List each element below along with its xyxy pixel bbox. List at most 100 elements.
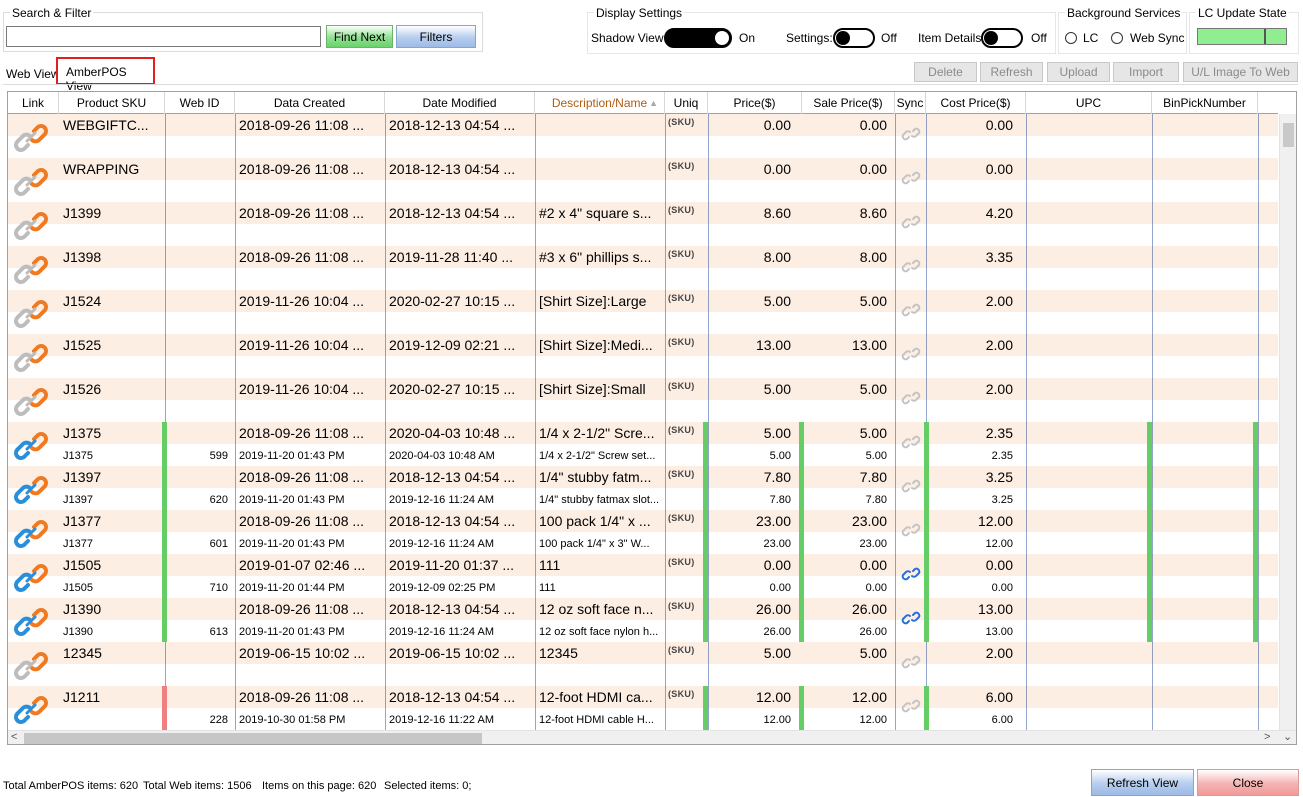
unsynced-link-icon[interactable] bbox=[901, 214, 921, 230]
unsynced-link-icon[interactable] bbox=[901, 302, 921, 318]
col-date-created[interactable]: Data Created bbox=[235, 92, 385, 114]
table-row[interactable]: WRAPPING 2018-09-26 11:08 ... 2018-12-13 0… bbox=[8, 158, 1278, 202]
horizontal-scrollbar[interactable]: < > ⌄ bbox=[8, 730, 1296, 744]
table-row[interactable]: J1505 2019-01-07 02:46 ... 2019-11-20 01:3… bbox=[8, 554, 1278, 598]
unlinked-chain-icon[interactable] bbox=[14, 123, 48, 153]
table-row[interactable]: 12345 2019-06-15 10:02 ... 2019-06-15 10:0… bbox=[8, 642, 1278, 686]
shadow-view-toggle[interactable] bbox=[664, 28, 732, 48]
col-date-modified[interactable]: Date Modified bbox=[385, 92, 535, 114]
col-web-id[interactable]: Web ID bbox=[165, 92, 235, 114]
col-sync[interactable]: Sync bbox=[895, 92, 926, 114]
table-row[interactable]: J1524 2019-11-26 10:04 ... 2020-02-27 10:1… bbox=[8, 290, 1278, 334]
web-cost-price: 13.00 bbox=[985, 626, 1013, 638]
unsynced-link-icon[interactable] bbox=[901, 654, 921, 670]
unlinked-chain-icon[interactable] bbox=[14, 651, 48, 681]
linked-chain-icon[interactable] bbox=[14, 607, 48, 637]
row-bottom-band bbox=[8, 136, 1278, 158]
column-divider bbox=[1152, 290, 1153, 334]
delete-button[interactable]: Delete bbox=[914, 62, 977, 82]
col-price[interactable]: Price($) bbox=[708, 92, 802, 114]
filters-button[interactable]: Filters bbox=[396, 25, 476, 48]
lc-update-divider bbox=[1264, 29, 1266, 44]
linked-chain-icon[interactable] bbox=[14, 519, 48, 549]
product-sku: J1397 bbox=[63, 469, 102, 485]
close-button[interactable]: Close bbox=[1197, 769, 1299, 796]
web-date-created: 2019-10-30 01:58 PM bbox=[239, 714, 346, 726]
column-divider bbox=[535, 642, 536, 686]
column-divider bbox=[165, 334, 166, 378]
cost-price: 3.25 bbox=[985, 469, 1013, 485]
table-row[interactable]: J1377 2018-09-26 11:08 ... 2018-12-13 04:5… bbox=[8, 510, 1278, 554]
table-row[interactable]: J1375 2018-09-26 11:08 ... 2020-04-03 10:4… bbox=[8, 422, 1278, 466]
uniq-sku-badge: (SKU) bbox=[668, 249, 695, 259]
find-next-button[interactable]: Find Next bbox=[326, 25, 393, 48]
unsynced-link-icon[interactable] bbox=[901, 126, 921, 142]
refresh-view-button[interactable]: Refresh View bbox=[1091, 769, 1194, 796]
unlinked-chain-icon[interactable] bbox=[14, 343, 48, 373]
col-sale-price[interactable]: Sale Price($) bbox=[802, 92, 895, 114]
table-row[interactable]: J1397 2018-09-26 11:08 ... 2018-12-13 04:5… bbox=[8, 466, 1278, 510]
column-divider bbox=[385, 290, 386, 334]
table-row[interactable]: J1526 2019-11-26 10:04 ... 2020-02-27 10:1… bbox=[8, 378, 1278, 422]
table-row[interactable]: J1399 2018-09-26 11:08 ... 2018-12-13 04:5… bbox=[8, 202, 1278, 246]
web-cost-price: 0.00 bbox=[991, 582, 1013, 594]
tab-web-view[interactable]: Web View bbox=[6, 66, 60, 82]
unlinked-chain-icon[interactable] bbox=[14, 299, 48, 329]
table-row[interactable]: J1525 2019-11-26 10:04 ... 2019-12-09 02:2… bbox=[8, 334, 1278, 378]
sale-price: 8.60 bbox=[859, 205, 887, 221]
refresh-button[interactable]: Refresh bbox=[980, 62, 1043, 82]
unsynced-link-icon[interactable] bbox=[901, 346, 921, 362]
unsynced-link-icon[interactable] bbox=[901, 522, 921, 538]
col-description[interactable]: Description/Name ▲ bbox=[535, 92, 665, 114]
unsynced-link-icon[interactable] bbox=[901, 258, 921, 274]
search-input[interactable] bbox=[6, 26, 321, 47]
settings-toggle[interactable] bbox=[833, 28, 875, 48]
table-row[interactable]: J1398 2018-09-26 11:08 ... 2019-11-28 11:4… bbox=[8, 246, 1278, 290]
product-sku: J1377 bbox=[63, 513, 102, 529]
synced-link-icon[interactable] bbox=[901, 610, 921, 626]
col-cost-price[interactable]: Cost Price($) bbox=[926, 92, 1026, 114]
product-sku: WEBGIFTC... bbox=[63, 117, 149, 133]
vertical-scrollbar[interactable] bbox=[1279, 114, 1296, 730]
unlinked-chain-icon[interactable] bbox=[14, 167, 48, 197]
vertical-scroll-thumb[interactable] bbox=[1283, 123, 1294, 147]
table-row[interactable]: J1390 2018-09-26 11:08 ... 2018-12-13 04:5… bbox=[8, 598, 1278, 642]
linked-chain-icon[interactable] bbox=[14, 431, 48, 461]
upload-image-button[interactable]: U/L Image To Web bbox=[1183, 62, 1298, 82]
unsynced-link-icon[interactable] bbox=[901, 434, 921, 450]
items-grid[interactable]: Link Product SKU Web ID Data Created Dat… bbox=[7, 91, 1297, 745]
unsynced-link-icon[interactable] bbox=[901, 698, 921, 714]
unsynced-link-icon[interactable] bbox=[901, 390, 921, 406]
tab-amberpos-view[interactable]: AmberPOS View bbox=[56, 57, 155, 93]
col-product-sku[interactable]: Product SKU bbox=[59, 92, 165, 114]
upload-button[interactable]: Upload bbox=[1047, 62, 1110, 82]
col-bin-pick-number[interactable]: BinPickNumber bbox=[1152, 92, 1258, 114]
column-divider bbox=[1152, 510, 1153, 554]
scroll-down-icon[interactable]: ⌄ bbox=[1283, 731, 1292, 744]
web-sync-radio[interactable] bbox=[1111, 32, 1123, 44]
col-upc[interactable]: UPC bbox=[1026, 92, 1152, 114]
scroll-left-icon[interactable]: < bbox=[11, 731, 17, 744]
linked-chain-icon[interactable] bbox=[14, 475, 48, 505]
unlinked-chain-icon[interactable] bbox=[14, 387, 48, 417]
linked-chain-icon[interactable] bbox=[14, 695, 48, 725]
unlinked-chain-icon[interactable] bbox=[14, 211, 48, 241]
col-link[interactable]: Link bbox=[8, 92, 59, 114]
horizontal-scroll-thumb[interactable] bbox=[24, 733, 482, 744]
col-uniq[interactable]: Uniq bbox=[665, 92, 708, 114]
table-row[interactable]: WEBGIFTC... 2018-09-26 11:08 ... 2018-12-1… bbox=[8, 114, 1278, 158]
row-bottom-band bbox=[8, 356, 1278, 378]
import-button[interactable]: Import bbox=[1113, 62, 1179, 82]
item-details-toggle[interactable] bbox=[981, 28, 1023, 48]
table-row[interactable]: J1211 2018-09-26 11:08 ... 2018-12-13 04:5… bbox=[8, 686, 1278, 730]
unsynced-link-icon[interactable] bbox=[901, 170, 921, 186]
synced-link-icon[interactable] bbox=[901, 566, 921, 582]
lc-radio[interactable] bbox=[1065, 32, 1077, 44]
linked-chain-icon[interactable] bbox=[14, 563, 48, 593]
unsynced-link-icon[interactable] bbox=[901, 478, 921, 494]
unlinked-chain-icon[interactable] bbox=[14, 255, 48, 285]
scroll-right-icon[interactable]: > bbox=[1264, 731, 1270, 744]
sync-status-marker bbox=[1253, 598, 1258, 642]
description: 111 bbox=[539, 557, 561, 573]
web-description: 12-foot HDMI cable H... bbox=[539, 714, 654, 726]
